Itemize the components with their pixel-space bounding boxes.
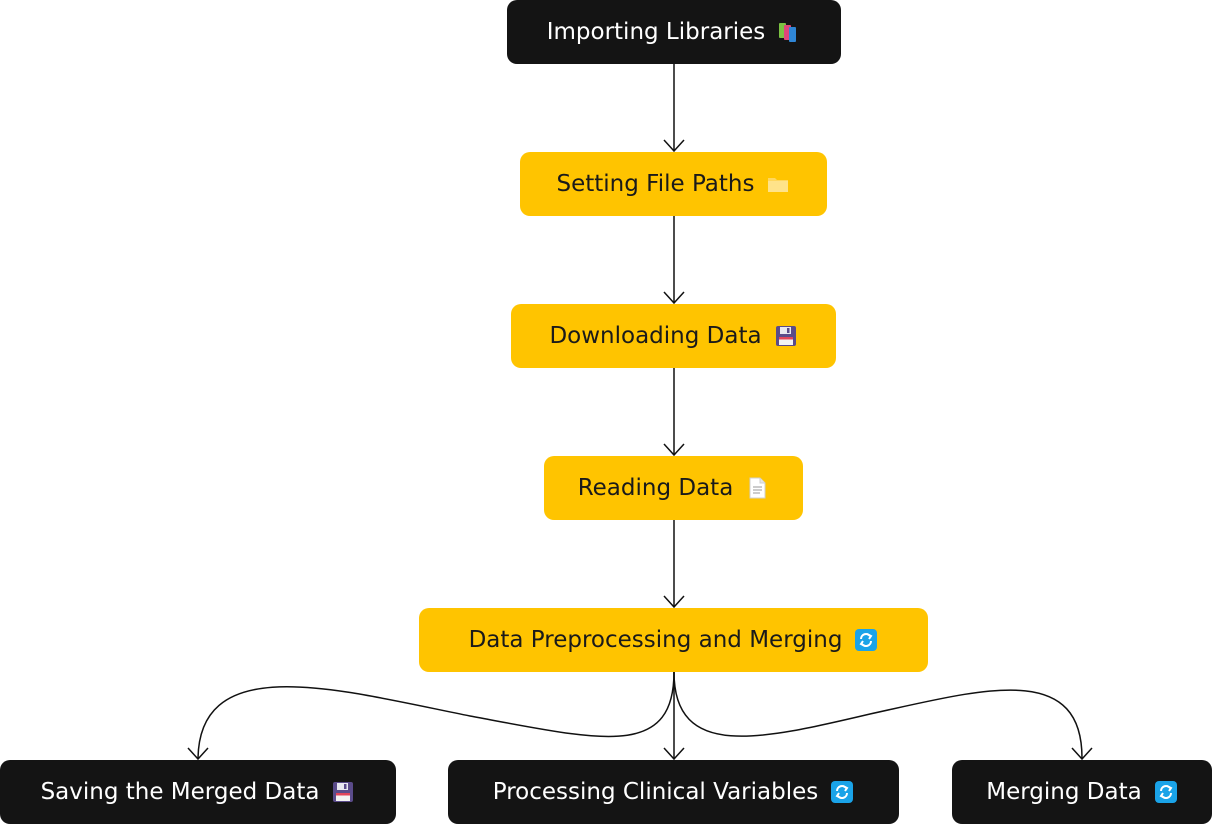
node-label: Processing Clinical Variables [492, 779, 819, 805]
document-icon [745, 476, 769, 500]
flowchart: Importing Libraries Setting File Paths D… [0, 0, 1212, 824]
edge-paths-download [663, 216, 685, 305]
node-label: Importing Libraries [546, 19, 766, 45]
edge-layer [187, 64, 1093, 761]
floppy-disk-icon [774, 324, 798, 348]
edge-import-paths [663, 64, 685, 153]
books-icon [777, 20, 801, 44]
refresh-icon [1154, 780, 1178, 804]
refresh-icon [830, 780, 854, 804]
node-processing-clinical-variables[interactable]: Processing Clinical Variables [448, 760, 899, 824]
node-label: Data Preprocessing and Merging [468, 627, 843, 653]
node-reading-data[interactable]: Reading Data [544, 456, 803, 520]
node-label: Reading Data [577, 475, 734, 501]
edge-read-preprocess [663, 520, 685, 609]
node-label: Saving the Merged Data [40, 779, 320, 805]
node-importing-libraries[interactable]: Importing Libraries [507, 0, 841, 64]
edge-preprocess-merge [673, 671, 1093, 761]
floppy-disk-icon [331, 780, 355, 804]
node-merging-data[interactable]: Merging Data [952, 760, 1212, 824]
edge-download-read [663, 368, 685, 457]
node-label: Merging Data [986, 779, 1142, 805]
node-setting-file-paths[interactable]: Setting File Paths [520, 152, 827, 216]
edge-preprocess-save [187, 671, 675, 761]
folder-icon [766, 172, 790, 196]
refresh-icon [854, 628, 878, 652]
node-data-preprocessing-and-merging[interactable]: Data Preprocessing and Merging [419, 608, 928, 672]
node-label: Setting File Paths [556, 171, 755, 197]
node-label: Downloading Data [549, 323, 762, 349]
node-downloading-data[interactable]: Downloading Data [511, 304, 836, 368]
node-saving-the-merged-data[interactable]: Saving the Merged Data [0, 760, 396, 824]
